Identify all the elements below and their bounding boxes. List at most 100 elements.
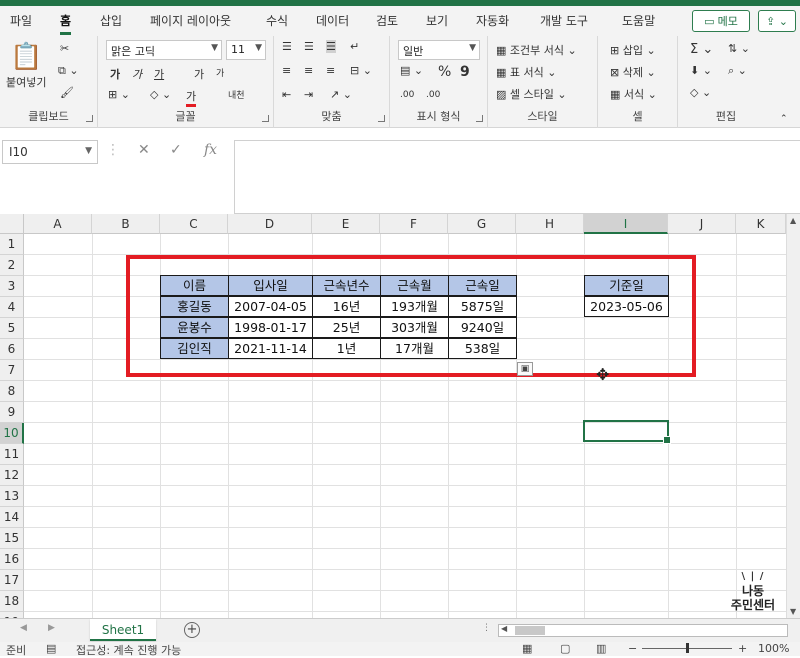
tab-insert[interactable]: 삽입 (100, 12, 122, 29)
column-header[interactable]: J (668, 214, 736, 234)
next-sheet-icon[interactable]: ▶ (48, 623, 55, 633)
row-header[interactable]: 17 (0, 570, 24, 591)
worksheet-grid[interactable]: A B C D E F G H I J K 1 2 3 4 5 6 7 8 9 … (0, 214, 800, 618)
bold-button[interactable]: 가 (110, 66, 120, 82)
font-name-combo[interactable]: 맑은 고딕 ▼ (106, 40, 222, 60)
insert-cells-button[interactable]: ⊞ 삽입 ⌄ (610, 42, 656, 58)
find-icon[interactable]: ⌕ ⌄ (728, 64, 747, 78)
horizontal-scrollbar[interactable]: ◀ (498, 624, 788, 637)
accounting-format-icon[interactable]: ▤ ⌄ (400, 64, 423, 77)
macro-record-icon[interactable]: ▤ (46, 642, 56, 655)
row-header[interactable]: 11 (0, 444, 24, 465)
tab-home[interactable]: 홈 (60, 12, 72, 35)
normal-view-icon[interactable]: ▦ (522, 642, 532, 655)
row-header-selected[interactable]: 10 (0, 423, 24, 444)
share-button[interactable]: ⇪ ⌄ (758, 10, 796, 32)
tab-review[interactable]: 검토 (376, 12, 398, 29)
increase-indent-icon[interactable]: ⇥ (304, 88, 313, 101)
add-sheet-button[interactable]: + (184, 622, 200, 638)
clear-icon[interactable]: ◇ ⌄ (690, 86, 711, 99)
zoom-slider-thumb[interactable] (686, 643, 689, 653)
row-header[interactable]: 1 (0, 234, 24, 255)
column-header[interactable]: H (516, 214, 584, 234)
row-header[interactable]: 8 (0, 381, 24, 402)
row-header[interactable]: 4 (0, 297, 24, 318)
merge-center-icon[interactable]: ⊟ ⌄ (350, 64, 372, 77)
conditional-format-button[interactable]: ▦ 조건부 서식 ⌄ (496, 42, 577, 58)
fill-icon[interactable]: ⬇ ⌄ (690, 64, 712, 77)
sheet-tab[interactable]: Sheet1 (90, 619, 156, 641)
format-cells-button[interactable]: ▦ 서식 ⌄ (610, 86, 657, 102)
increase-decimal-button[interactable]: .00 (400, 90, 414, 100)
align-bottom-icon[interactable]: ☰ (326, 40, 336, 53)
paste-icon[interactable]: 📋 (10, 42, 42, 72)
row-header[interactable]: 12 (0, 465, 24, 486)
font-color-button[interactable]: 가 (186, 88, 197, 107)
formula-input[interactable] (234, 140, 800, 214)
column-header[interactable]: D (228, 214, 312, 234)
alignment-launcher[interactable] (378, 115, 385, 122)
row-header[interactable]: 3 (0, 276, 24, 297)
row-header[interactable]: 13 (0, 486, 24, 507)
tab-view[interactable]: 보기 (426, 12, 448, 29)
align-center-icon[interactable]: ≡ (304, 64, 313, 77)
percent-button[interactable]: % (438, 64, 451, 80)
zoom-in-icon[interactable]: + (738, 642, 747, 655)
orientation-icon[interactable]: ↗ ⌄ (330, 88, 352, 101)
tab-developer[interactable]: 개발 도구 (540, 12, 588, 29)
font-size-combo[interactable]: 11 ▼ (226, 40, 266, 60)
collapse-ribbon-icon[interactable]: ⌃ (780, 114, 788, 124)
autosum-button[interactable]: Σ ⌄ (690, 42, 713, 57)
scroll-thumb[interactable] (515, 626, 545, 635)
decrease-decimal-button[interactable]: .00 (426, 90, 440, 100)
tab-automate[interactable]: 자동화 (476, 12, 509, 29)
italic-button[interactable]: 가 (132, 66, 142, 82)
name-box[interactable]: I10 ▼ (2, 140, 98, 164)
format-painter-icon[interactable]: 🖌 (60, 86, 74, 99)
comma-button[interactable]: 9 (460, 64, 470, 80)
enter-icon[interactable]: ✓ (170, 142, 182, 158)
tab-page-layout[interactable]: 페이지 레이아웃 (150, 12, 231, 29)
number-launcher[interactable] (476, 115, 483, 122)
active-cell[interactable] (583, 420, 671, 444)
underline-button[interactable]: 가 (154, 66, 164, 82)
column-header[interactable]: C (160, 214, 228, 234)
row-header[interactable]: 15 (0, 528, 24, 549)
paste-button[interactable]: 붙여넣기 (6, 74, 46, 90)
column-header[interactable]: K (736, 214, 786, 234)
row-header[interactable]: 5 (0, 318, 24, 339)
zoom-out-icon[interactable]: − (628, 642, 637, 655)
tab-formulas[interactable]: 수식 (266, 12, 288, 29)
row-header[interactable]: 6 (0, 339, 24, 360)
page-break-view-icon[interactable]: ▥ (596, 642, 606, 655)
fill-color-icon[interactable]: ◇ ⌄ (150, 88, 171, 101)
scroll-down-icon[interactable]: ▼ (790, 607, 796, 616)
tab-file[interactable]: 파일 (10, 12, 32, 29)
column-header[interactable]: G (448, 214, 516, 234)
wrap-text-icon[interactable]: ↵ (350, 40, 359, 53)
row-header[interactable]: 16 (0, 549, 24, 570)
row-header[interactable]: 14 (0, 507, 24, 528)
font-launcher[interactable] (262, 115, 269, 122)
memo-button[interactable]: ▭ 메모 (692, 10, 750, 32)
border-icon[interactable]: ⊞ ⌄ (108, 88, 130, 101)
vertical-scrollbar[interactable]: ▲ ▼ (786, 214, 800, 618)
clipboard-launcher[interactable] (86, 115, 93, 122)
select-all-corner[interactable] (0, 214, 24, 234)
page-layout-view-icon[interactable]: ▢ (560, 642, 570, 655)
shrink-font-button[interactable]: 가 (216, 66, 224, 79)
column-header-selected[interactable]: I (584, 214, 668, 234)
align-middle-icon[interactable]: ☰ (304, 40, 314, 53)
row-header[interactable]: 2 (0, 255, 24, 276)
row-header[interactable]: 18 (0, 591, 24, 612)
delete-cells-button[interactable]: ⊠ 삭제 ⌄ (610, 64, 656, 80)
row-header[interactable]: 9 (0, 402, 24, 423)
scroll-up-icon[interactable]: ▲ (790, 216, 796, 225)
align-left-icon[interactable]: ≡ (282, 64, 291, 77)
paste-options-icon[interactable]: ▣ (517, 362, 533, 376)
align-top-icon[interactable]: ☰ (282, 40, 292, 53)
number-format-combo[interactable]: 일반 ▼ (398, 40, 480, 60)
prev-sheet-icon[interactable]: ◀ (20, 623, 27, 633)
scroll-left-icon[interactable]: ◀ (501, 624, 507, 633)
cut-icon[interactable]: ✂ (60, 42, 69, 55)
